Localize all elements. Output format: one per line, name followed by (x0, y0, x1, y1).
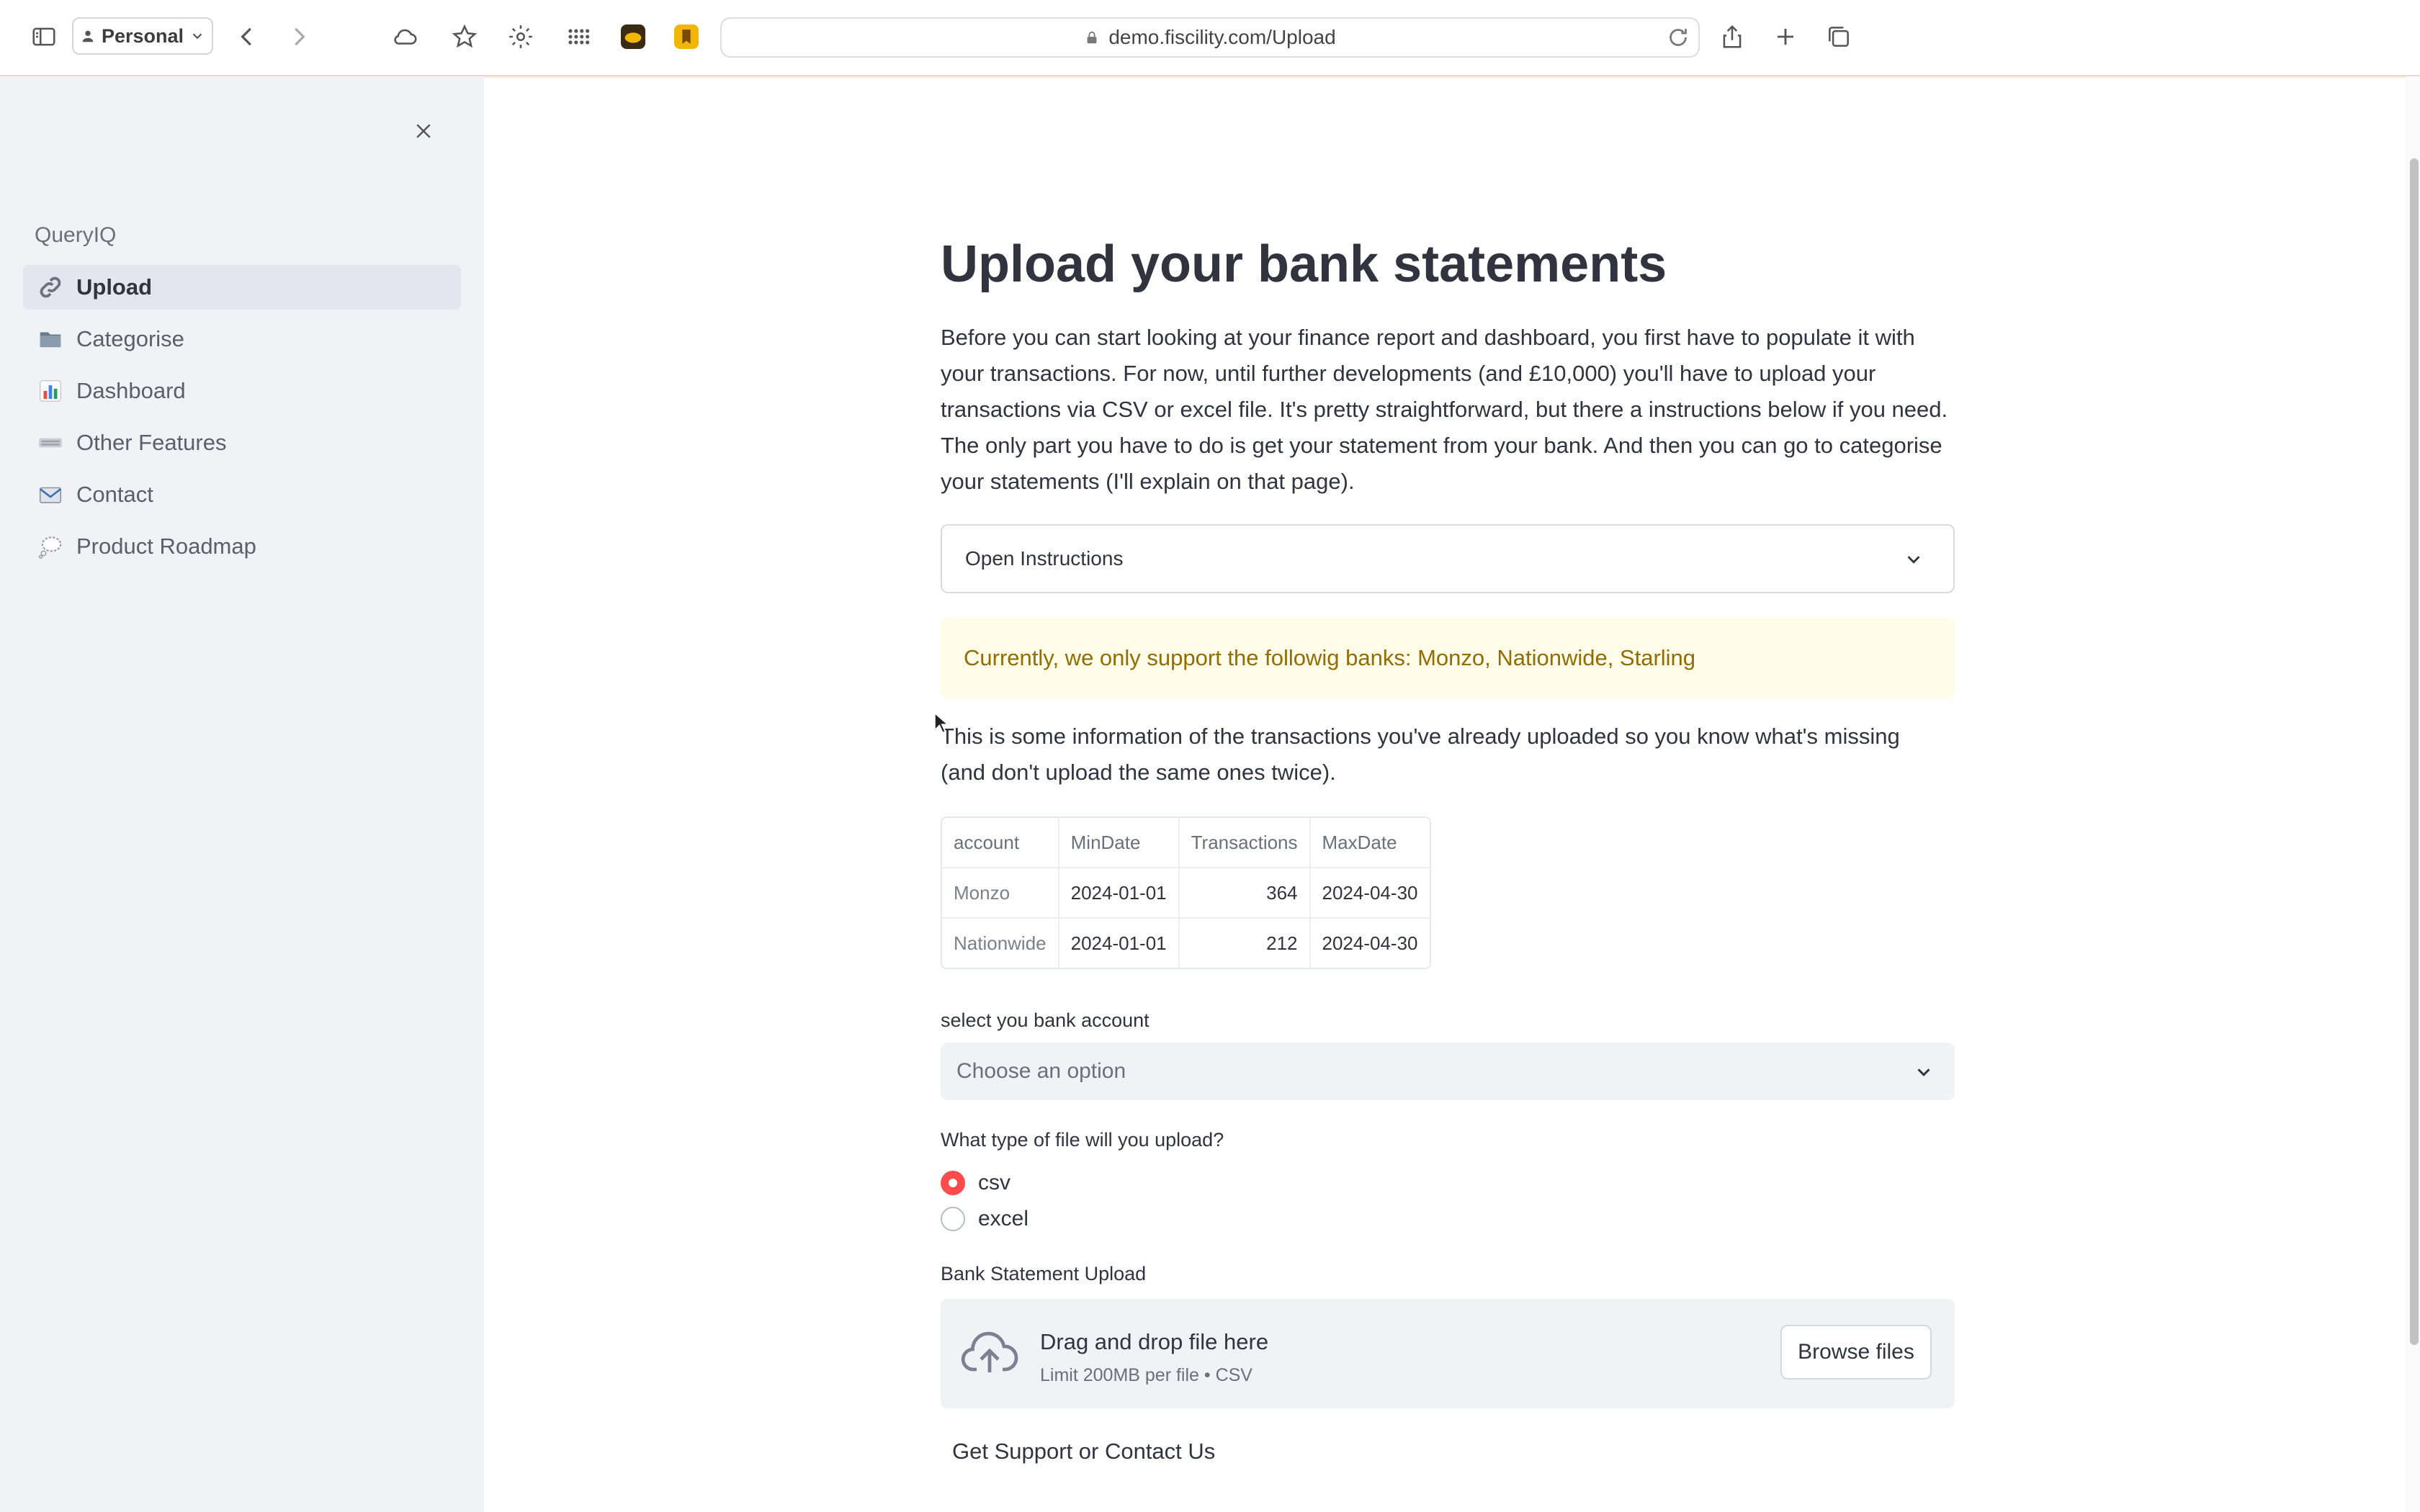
forward-icon[interactable] (281, 19, 317, 55)
sidebar-item-other-features[interactable]: Other Features (23, 420, 461, 465)
file-type-label: What type of file will you upload? (941, 1129, 1224, 1151)
chevron-down-icon (1907, 556, 1920, 564)
browse-files-button[interactable]: Browse files (1780, 1325, 1932, 1380)
close-sidebar-icon[interactable] (406, 114, 441, 148)
sidebar-item-label: Upload (76, 274, 153, 300)
account-select-label: select you bank account (941, 1009, 1150, 1031)
chevron-down-icon (192, 33, 202, 40)
envelope-icon (36, 480, 65, 509)
scrollbar-thumb[interactable] (2410, 158, 2419, 1345)
radio-unselected-icon (941, 1207, 965, 1231)
uploader-label: Bank Statement Upload (941, 1263, 1147, 1284)
column-header[interactable]: Transactions (1179, 818, 1311, 868)
drag-drop-text: Drag and drop file here (1040, 1329, 1269, 1354)
thought-bubble-icon (36, 532, 65, 561)
person-icon (82, 30, 94, 42)
uploaded-info-text: This is some information of the transact… (941, 724, 1900, 785)
sidebar: QueryIQ Upload Categorise Dashboard Othe… (0, 76, 484, 1512)
back-icon[interactable] (229, 19, 265, 55)
column-header[interactable]: account (942, 818, 1059, 868)
table-row: Nationwide 2024-01-01 212 2024-04-30 (942, 919, 1430, 968)
upload-limit-text: Limit 200MB per file • CSV (1040, 1365, 1252, 1385)
cloud-icon[interactable] (387, 19, 424, 55)
folder-icon (36, 325, 65, 354)
link-icon (36, 273, 65, 302)
sidebar-item-label: Dashboard (76, 378, 186, 403)
bar-chart-icon (36, 377, 65, 405)
select-placeholder: Choose an option (956, 1059, 1126, 1083)
table-cell: 2024-04-30 (1310, 868, 1430, 919)
table-row: Monzo 2024-01-01 364 2024-04-30 (942, 868, 1430, 919)
url-text: demo.fiscility.com/Upload (1108, 26, 1336, 48)
radio-option-csv[interactable]: csv (941, 1171, 1010, 1195)
browser-toolbar: Personal demo.fiscility.com/Upload (0, 0, 2420, 76)
sidebar-item-product-roadmap[interactable]: Product Roadmap (23, 524, 461, 569)
sidebar-item-label: Other Features (76, 430, 227, 455)
cloud-upload-icon (961, 1331, 1018, 1372)
uploaded-transactions-table: account MinDate Transactions MaxDate Mon… (941, 816, 1431, 969)
intro-text: Before you can start looking at your fin… (941, 325, 1948, 494)
profile-label: Personal (101, 24, 184, 47)
table-cell: 2024-01-01 (1059, 868, 1180, 919)
profile-button[interactable]: Personal (72, 17, 213, 55)
expander-label: Open Instructions (965, 547, 1124, 570)
radio-label: excel (978, 1207, 1029, 1230)
keyboard-icon (36, 428, 65, 457)
warning-text: Currently, we only support the followig … (964, 645, 1696, 670)
app-name: QueryIQ (35, 223, 117, 247)
column-header[interactable]: MaxDate (1310, 818, 1430, 868)
support-link[interactable]: Get Support or Contact Us (952, 1439, 1215, 1464)
star-icon[interactable] (447, 19, 483, 55)
table-cell: 2024-01-01 (1059, 919, 1180, 968)
lock-icon (1087, 31, 1097, 44)
sidebar-item-upload[interactable]: Upload (23, 265, 461, 310)
sidebar-nav: Upload Categorise Dashboard Other Featur… (23, 265, 461, 576)
sidebar-item-contact[interactable]: Contact (23, 472, 461, 517)
table-cell: Nationwide (942, 919, 1059, 968)
file-dropzone[interactable]: Drag and drop file here Limit 200MB per … (941, 1299, 1955, 1408)
radio-label: csv (978, 1171, 1010, 1194)
supported-banks-warning: Currently, we only support the followig … (941, 618, 1955, 698)
table-cell: 2024-04-30 (1322, 932, 1418, 954)
reload-icon[interactable] (1665, 24, 1691, 50)
apps-grid-icon[interactable] (560, 19, 596, 55)
extension-icon[interactable] (621, 24, 645, 49)
sidebar-item-categorise[interactable]: Categorise (23, 317, 461, 361)
table-cell: 364 (1179, 868, 1311, 919)
mouse-cursor-icon (933, 711, 949, 734)
address-bar[interactable]: demo.fiscility.com/Upload (720, 17, 1700, 58)
column-header[interactable]: MinDate (1059, 818, 1180, 868)
tab-overview-icon[interactable] (1821, 19, 1857, 55)
radio-option-excel[interactable]: excel (941, 1207, 1028, 1231)
new-tab-icon[interactable] (1767, 19, 1803, 55)
instructions-expander[interactable]: Open Instructions (941, 524, 1955, 593)
sidebar-item-label: Categorise (76, 326, 184, 351)
bookmark-extension-icon[interactable] (674, 24, 699, 49)
table-cell: Monzo (942, 868, 1059, 919)
sidebar-item-dashboard[interactable]: Dashboard (23, 369, 461, 413)
sidebar-item-label: Product Roadmap (76, 534, 256, 559)
bank-account-select[interactable]: Choose an option (941, 1043, 1955, 1100)
radio-selected-icon (941, 1171, 965, 1195)
gear-icon[interactable] (503, 19, 539, 55)
sidebar-item-label: Contact (76, 482, 153, 507)
chevron-down-icon (1917, 1068, 1930, 1076)
page-title: Upload your bank statements (941, 235, 1667, 293)
share-icon[interactable] (1714, 19, 1750, 55)
table-cell: 212 (1180, 919, 1311, 968)
sidebar-toggle-icon[interactable] (26, 19, 62, 55)
table-header-row: account MinDate Transactions MaxDate (942, 818, 1430, 868)
